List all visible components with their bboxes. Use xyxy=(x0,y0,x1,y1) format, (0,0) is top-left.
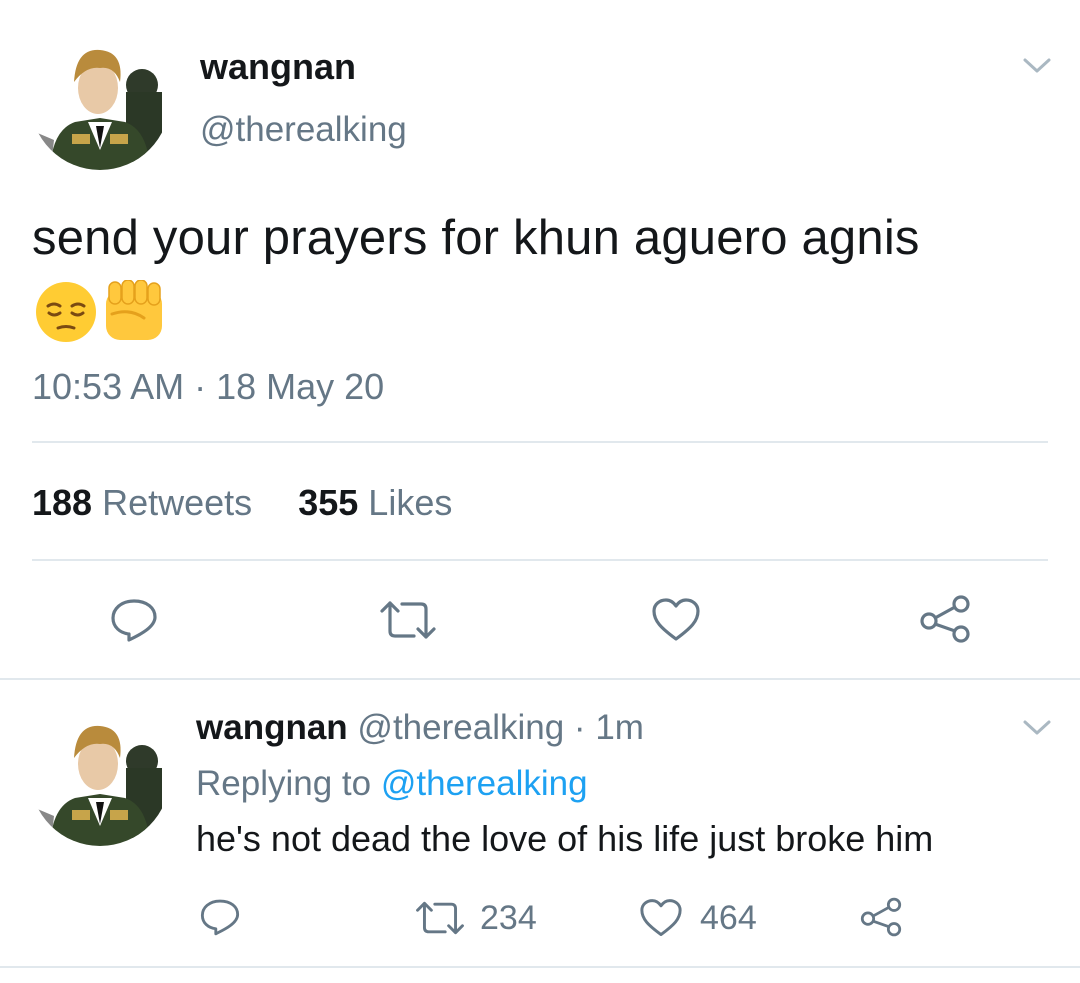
heart-icon[interactable] xyxy=(638,897,684,939)
replying-to-link[interactable]: @therealking xyxy=(381,764,588,803)
reply-separator: · xyxy=(573,708,586,747)
reply-retweet-count: 234 xyxy=(480,899,537,937)
like-count[interactable]: 355 Likes xyxy=(298,482,452,523)
reply-author-name[interactable]: wangnan xyxy=(196,708,348,747)
divider xyxy=(0,966,1080,968)
author-handle[interactable]: @therealking xyxy=(200,110,407,150)
divider xyxy=(32,559,1048,561)
divider xyxy=(0,678,1080,680)
avatar-illustration xyxy=(30,30,170,170)
tweet-text: send your prayers for khun aguero agnis xyxy=(32,211,920,265)
chevron-down-icon[interactable] xyxy=(1022,718,1052,738)
replying-to: Replying to @therealking xyxy=(196,764,588,804)
emoji-row xyxy=(32,279,172,344)
divider xyxy=(32,441,1048,443)
share-icon[interactable] xyxy=(918,594,972,644)
tweet-stats: 188 Retweets 355 Likes xyxy=(32,482,452,524)
replying-prefix: Replying to xyxy=(196,764,372,803)
chevron-down-icon[interactable] xyxy=(1022,56,1052,76)
reply-icon[interactable] xyxy=(198,896,242,938)
pensive-face-emoji xyxy=(36,282,96,342)
reply-like-count: 464 xyxy=(700,899,757,937)
reply-text: he's not dead the love of his life just … xyxy=(196,818,934,859)
raised-fist-emoji xyxy=(106,279,162,340)
reply-age[interactable]: 1m xyxy=(595,708,644,747)
heart-icon[interactable] xyxy=(651,597,701,643)
author-avatar[interactable] xyxy=(30,30,170,170)
share-icon[interactable] xyxy=(858,895,904,939)
reply-icon[interactable] xyxy=(108,596,160,644)
reply-author-handle[interactable]: @therealking xyxy=(357,708,564,747)
tweet-timestamp[interactable]: 10:53 AM · 18 May 20 xyxy=(32,366,384,408)
avatar-illustration xyxy=(30,706,170,846)
author-name[interactable]: wangnan xyxy=(200,46,356,88)
retweet-count[interactable]: 188 Retweets xyxy=(32,482,252,523)
reply-header: wangnan @therealking · 1m xyxy=(196,708,644,748)
retweet-icon[interactable] xyxy=(378,598,438,642)
reply-author-avatar[interactable] xyxy=(30,706,170,846)
retweet-icon[interactable] xyxy=(414,899,466,937)
